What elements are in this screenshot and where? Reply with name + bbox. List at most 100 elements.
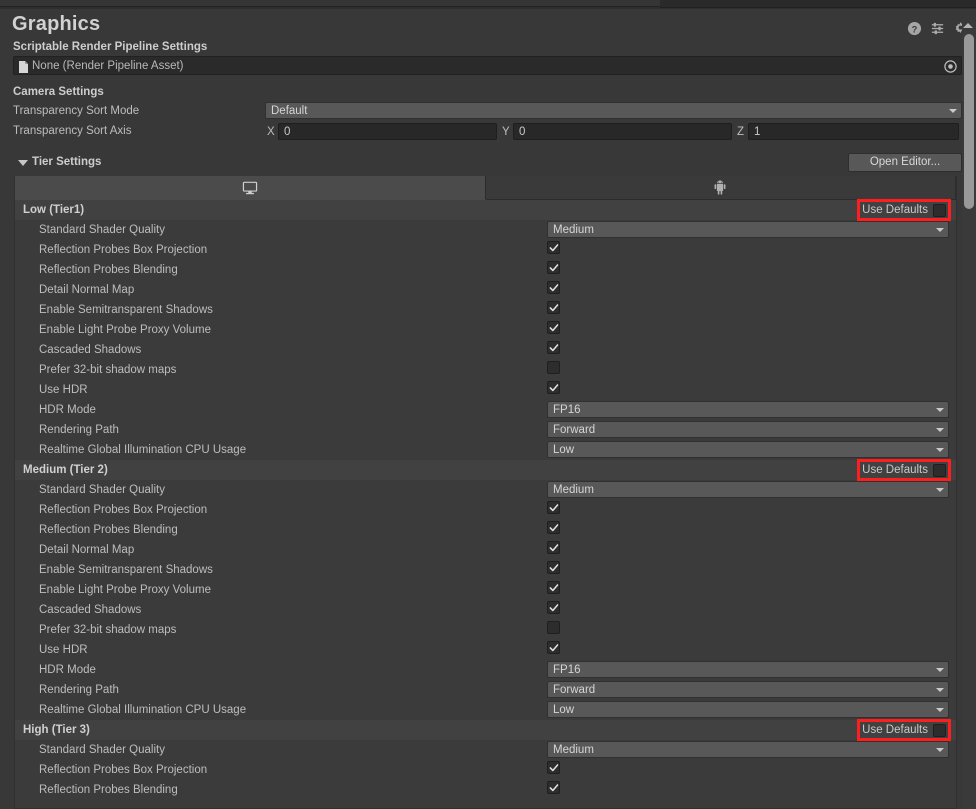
chevron-down-icon <box>936 228 944 232</box>
property-label: Standard Shader Quality <box>39 484 165 496</box>
property-checkbox[interactable] <box>547 261 560 274</box>
graphics-settings-window: Graphics ? Scriptable Render P <box>0 0 976 809</box>
tier-name: Low (Tier1) <box>23 204 84 216</box>
property-label: Reflection Probes Box Projection <box>39 764 207 776</box>
property-dropdown[interactable]: Medium <box>547 741 949 758</box>
property-label: Detail Normal Map <box>39 284 134 296</box>
render-pipeline-asset-value: None (Render Pipeline Asset) <box>32 60 184 72</box>
tier-settings-box: Low (Tier1)Use DefaultsStandard Shader Q… <box>14 176 957 809</box>
scrollbar-thumb[interactable] <box>964 34 974 209</box>
camera-section-label: Camera Settings <box>13 86 104 98</box>
platform-tab-standalone[interactable] <box>15 176 486 200</box>
property-checkbox[interactable] <box>547 521 560 534</box>
property-dropdown-value: FP16 <box>553 664 581 676</box>
tier-list: Low (Tier1)Use DefaultsStandard Shader Q… <box>15 200 956 800</box>
property-checkbox[interactable] <box>547 501 560 514</box>
property-checkbox[interactable] <box>547 621 560 634</box>
window-header: Graphics ? <box>0 9 976 42</box>
property-checkbox[interactable] <box>547 301 560 314</box>
use-defaults-checkbox[interactable] <box>933 204 946 217</box>
chevron-down-icon <box>949 109 957 113</box>
tier-header: High (Tier 3) Use Defaults <box>15 720 956 740</box>
axis-input-x[interactable]: 0 <box>278 123 497 140</box>
platform-tab-bar <box>15 176 956 200</box>
property-dropdown[interactable]: Forward <box>547 421 949 438</box>
property-checkbox[interactable] <box>547 381 560 394</box>
tier-settings-foldout-header[interactable]: Tier Settings Open Editor... <box>13 153 962 175</box>
chevron-down-icon <box>936 408 944 412</box>
property-dropdown[interactable]: Medium <box>547 221 949 238</box>
property-row: HDR ModeFP16 <box>15 660 956 680</box>
property-row: Enable Light Probe Proxy Volume <box>15 580 956 600</box>
use-defaults-label: Use Defaults <box>862 204 928 216</box>
property-label: Reflection Probes Blending <box>39 784 178 796</box>
tier-name: High (Tier 3) <box>23 724 90 736</box>
transparency-sort-axis-label: Transparency Sort Axis <box>13 125 131 137</box>
use-defaults-control[interactable]: Use Defaults <box>859 461 949 479</box>
chevron-down-icon <box>936 428 944 432</box>
transparency-sort-mode-label: Transparency Sort Mode <box>13 105 139 117</box>
tier-header: Medium (Tier 2)Use Defaults <box>15 460 956 480</box>
property-checkbox[interactable] <box>547 601 560 614</box>
property-row: Rendering PathForward <box>15 680 956 700</box>
axis-input-y[interactable]: 0 <box>513 123 732 140</box>
property-label: Realtime Global Illumination CPU Usage <box>39 444 246 456</box>
property-row: Use HDR <box>15 380 956 400</box>
property-checkbox[interactable] <box>547 361 560 374</box>
chevron-down-icon <box>936 668 944 672</box>
property-checkbox[interactable] <box>547 241 560 254</box>
property-dropdown[interactable]: FP16 <box>547 401 949 418</box>
property-dropdown[interactable]: Medium <box>547 481 949 498</box>
property-checkbox[interactable] <box>547 781 560 794</box>
property-label: Rendering Path <box>39 424 119 436</box>
property-row: Cascaded Shadows <box>15 600 956 620</box>
property-dropdown-value: Forward <box>553 684 595 696</box>
preset-icon[interactable] <box>930 21 945 36</box>
use-defaults-label: Use Defaults <box>862 724 928 736</box>
axis-group-y: Y0 <box>500 123 735 140</box>
foldout-triangle-icon[interactable] <box>18 160 28 166</box>
transparency-sort-mode-value: Default <box>271 105 307 117</box>
object-picker-icon[interactable] <box>944 60 957 73</box>
open-editor-button[interactable]: Open Editor... <box>848 153 962 172</box>
srp-section-label: Scriptable Render Pipeline Settings <box>13 41 207 53</box>
property-row: Standard Shader Quality Medium <box>15 480 956 500</box>
property-checkbox[interactable] <box>547 341 560 354</box>
property-checkbox[interactable] <box>547 321 560 334</box>
platform-tab-android[interactable] <box>486 176 957 200</box>
use-defaults-checkbox[interactable] <box>933 464 946 477</box>
property-label: Use HDR <box>39 644 88 656</box>
help-icon[interactable]: ? <box>907 21 922 36</box>
vertical-scrollbar[interactable] <box>962 20 976 809</box>
chevron-down-icon <box>936 688 944 692</box>
property-checkbox[interactable] <box>547 561 560 574</box>
render-pipeline-asset-field[interactable]: None (Render Pipeline Asset) <box>13 56 962 75</box>
axis-input-z[interactable]: 1 <box>748 123 959 140</box>
property-dropdown[interactable]: FP16 <box>547 661 949 678</box>
transparency-sort-axis-fields: X0Y0Z1 <box>265 123 962 140</box>
property-dropdown[interactable]: Low <box>547 441 949 458</box>
property-checkbox[interactable] <box>547 641 560 654</box>
property-row: Enable Light Probe Proxy Volume <box>15 320 956 340</box>
axis-group-x: X0 <box>265 123 500 140</box>
property-dropdown-value: Medium <box>553 744 594 756</box>
desktop-icon <box>242 181 258 195</box>
transparency-sort-mode-dropdown[interactable]: Default <box>265 102 962 119</box>
property-dropdown[interactable]: Low <box>547 701 949 718</box>
android-icon <box>714 180 726 196</box>
chrome-right-panel <box>660 0 976 8</box>
property-label: Realtime Global Illumination CPU Usage <box>39 704 246 716</box>
use-defaults-checkbox[interactable] <box>933 724 946 737</box>
property-row: Use HDR <box>15 640 956 660</box>
property-row: Detail Normal Map <box>15 280 956 300</box>
document-icon <box>19 60 28 72</box>
property-checkbox[interactable] <box>547 541 560 554</box>
property-checkbox[interactable] <box>547 761 560 774</box>
use-defaults-control[interactable]: Use Defaults <box>859 201 949 219</box>
property-checkbox[interactable] <box>547 281 560 294</box>
tier-settings-label: Tier Settings <box>32 156 101 168</box>
triangle-up-icon[interactable] <box>963 23 973 28</box>
property-dropdown[interactable]: Forward <box>547 681 949 698</box>
use-defaults-control[interactable]: Use Defaults <box>859 721 949 739</box>
property-checkbox[interactable] <box>547 581 560 594</box>
